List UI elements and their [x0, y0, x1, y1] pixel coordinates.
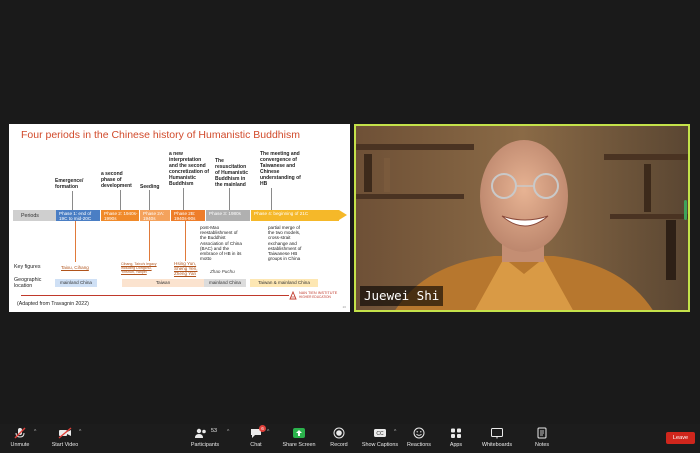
- source-text: (Adapted from Travagnin 2022): [17, 301, 89, 307]
- apps-label: Apps: [449, 442, 463, 448]
- slide-title: Four periods in the Chinese history of H…: [21, 129, 300, 141]
- participants-icon: [194, 428, 206, 438]
- video-off-icon: [58, 427, 72, 439]
- captions-icon: CC: [374, 429, 386, 437]
- key-figures-label: Key figures: [14, 264, 41, 270]
- muted-microphone-icon: [14, 427, 26, 439]
- phase-2a-segment: Phase 2A: 1940s: [140, 210, 170, 221]
- notes-button[interactable]: Notes: [530, 424, 554, 453]
- slide-divider: [21, 295, 289, 296]
- apps-button[interactable]: Apps: [444, 424, 468, 453]
- connector-line: [229, 188, 230, 210]
- video-tile-indicator: [684, 200, 687, 220]
- reactions-smiley-icon: [413, 427, 425, 439]
- geographic-location-label: Geographic location: [14, 277, 42, 289]
- whiteboards-button[interactable]: Whiteboards: [478, 424, 516, 453]
- record-icon: [333, 427, 345, 439]
- phase-2b-segment: Phase 2B: 1940s-90s: [171, 210, 205, 221]
- unmute-options-chevron-icon[interactable]: ^: [34, 429, 36, 435]
- apps-icon: [451, 428, 461, 438]
- notes-label: Notes: [534, 442, 550, 448]
- unmute-label: Unmute: [10, 442, 30, 448]
- whiteboard-icon: [491, 428, 503, 439]
- location-taiwan-and-mainland: Taiwan & mainland China: [250, 279, 318, 287]
- chat-options-chevron-icon[interactable]: ^: [267, 429, 269, 435]
- chat-unread-badge: 6: [259, 425, 266, 432]
- svg-text:CC: CC: [376, 431, 384, 437]
- location-mainland-china-2: mainland China: [204, 279, 246, 287]
- phase-1-segment: Phase 1: end of 19C to mid-20C: [56, 210, 100, 221]
- chat-label: Chat: [250, 442, 262, 448]
- participants-label: Participants: [190, 442, 220, 448]
- captions-options-chevron-icon[interactable]: ^: [394, 429, 396, 435]
- whiteboards-label: Whiteboards: [481, 442, 513, 448]
- slide-page-number: 20: [342, 305, 346, 309]
- connector-line: [149, 221, 150, 261]
- phase-heading-6: The meeting and convergence of Taiwanese…: [260, 151, 301, 187]
- timeline-arrowhead: [339, 210, 347, 220]
- connector-line: [72, 191, 73, 210]
- nan-tien-logo: NAN TIEN INSTITUTE HIGHER EDUCATION: [289, 291, 347, 301]
- phase-heading-1: Emergence/ formation: [55, 178, 84, 190]
- video-options-chevron-icon[interactable]: ^: [79, 429, 81, 435]
- share-screen-label: Share Screen: [282, 442, 316, 448]
- record-button[interactable]: Record: [326, 424, 352, 453]
- phase-heading-5: The resuscitation of Humanistic Buddhism…: [215, 158, 249, 188]
- chat-button[interactable]: 6 Chat: [243, 424, 269, 453]
- participants-count: 53: [211, 428, 217, 434]
- phase-4-segment: Phase 4: beginning of 21C: [251, 210, 339, 221]
- connector-line: [75, 221, 76, 262]
- key-figures-phase-2a: Cihang, Taixu's legacy including Dongchu…: [121, 262, 157, 274]
- participant-name-tag: Juewei Shi: [360, 286, 444, 306]
- reactions-label: Reactions: [407, 442, 431, 448]
- connector-line: [149, 190, 150, 210]
- notes-icon: [537, 427, 547, 439]
- leave-meeting-button[interactable]: Leave: [666, 432, 695, 444]
- connector-line: [185, 221, 186, 261]
- key-figures-phase-2b: Hsing Yun, Sheng Yen, Zheng Yan: [174, 261, 198, 277]
- connector-line: [183, 188, 184, 210]
- phase-2-segment: Phase 2: 1940s- 1990s: [101, 210, 139, 221]
- key-figures-phase-3: Zhao Puchu: [210, 269, 235, 274]
- speaker-video-tile[interactable]: Juewei Shi: [354, 124, 690, 312]
- participants-button[interactable]: 53 Participants: [187, 424, 223, 453]
- start-video-label: Start Video: [51, 442, 79, 448]
- connector-line: [120, 190, 121, 210]
- phase-heading-4: a new interpretation and the second conc…: [169, 151, 210, 187]
- key-figures-phase-1: Taixu, Cihang: [61, 265, 89, 270]
- location-mainland-china-1: mainland China: [55, 279, 97, 287]
- share-screen-button[interactable]: Share Screen: [280, 424, 318, 453]
- meeting-toolbar: Unmute ^ Start Video ^ 53 Participants ^: [0, 424, 700, 453]
- connector-line: [271, 188, 272, 210]
- phase-3-note: post-Mao reestablishment of the Buddhist…: [200, 225, 242, 262]
- show-captions-label: Show Captions: [361, 442, 399, 448]
- logo-line-2: HIGHER EDUCATION: [299, 295, 331, 299]
- phase-4-note: partial merge of the two models, cross-s…: [268, 225, 302, 262]
- slide-source-citation: (Adapted from Travagnin 2022): [17, 301, 89, 307]
- participants-options-chevron-icon[interactable]: ^: [227, 429, 229, 435]
- share-screen-icon: [293, 428, 305, 438]
- shared-slide: Four periods in the Chinese history of H…: [9, 124, 350, 312]
- record-label: Record: [330, 442, 348, 448]
- periods-label: Periods: [21, 212, 39, 219]
- phase-3-segment: Phase 3: 1980s: [206, 210, 250, 221]
- location-taiwan: Taiwan: [122, 279, 204, 287]
- unmute-button[interactable]: Unmute: [4, 424, 36, 453]
- reactions-button[interactable]: Reactions: [404, 424, 434, 453]
- logo-mark-icon: [289, 291, 297, 300]
- phase-heading-2: a second phase of development: [101, 171, 132, 189]
- speaker-video-feed: [356, 126, 688, 310]
- zoom-meeting-window: Four periods in the Chinese history of H…: [0, 0, 700, 453]
